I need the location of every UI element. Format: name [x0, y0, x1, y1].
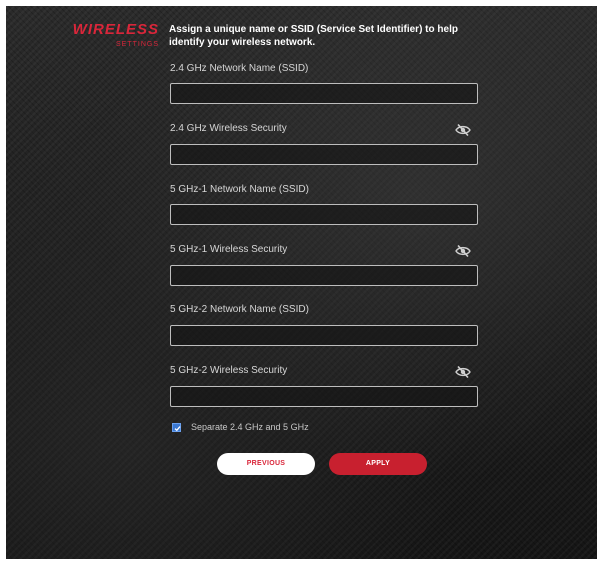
- logo-subtitle: SETTINGS: [115, 41, 159, 48]
- security-24ghz-label: 2.4 GHz Wireless Security: [170, 123, 287, 134]
- security-5ghz1-input[interactable]: [170, 265, 478, 286]
- ssid-5ghz1-label: 5 GHz-1 Network Name (SSID): [170, 184, 309, 195]
- ssid-24ghz-input[interactable]: [170, 83, 478, 104]
- wireless-settings-logo: WIRELESS SETTINGS: [69, 21, 159, 49]
- ssid-5ghz2-label: 5 GHz-2 Network Name (SSID): [170, 304, 309, 315]
- previous-button[interactable]: PREVIOUS: [217, 453, 315, 475]
- intro-text: Assign a unique name or SSID (Service Se…: [169, 24, 458, 48]
- apply-button[interactable]: APPLY: [329, 453, 427, 475]
- ssid-5ghz1-input[interactable]: [170, 204, 478, 225]
- separate-bands-checkbox[interactable]: [172, 423, 181, 432]
- security-5ghz2-label: 5 GHz-2 Wireless Security: [170, 365, 288, 376]
- eye-slash-icon[interactable]: [455, 244, 471, 258]
- eye-slash-icon[interactable]: [455, 123, 471, 137]
- logo-title: WIRELESS: [72, 21, 159, 38]
- security-5ghz1-label: 5 GHz-1 Wireless Security: [170, 244, 288, 255]
- setup-panel: WIRELESS SETTINGS Assign a unique name o…: [6, 6, 597, 559]
- separate-bands-label: Separate 2.4 GHz and 5 GHz: [191, 422, 309, 432]
- ssid-24ghz-label: 2.4 GHz Network Name (SSID): [170, 63, 309, 74]
- security-5ghz2-input[interactable]: [170, 386, 478, 407]
- security-24ghz-input[interactable]: [170, 144, 478, 165]
- eye-slash-icon[interactable]: [455, 365, 471, 379]
- checkmark-icon: [174, 426, 181, 432]
- ssid-5ghz2-input[interactable]: [170, 325, 478, 346]
